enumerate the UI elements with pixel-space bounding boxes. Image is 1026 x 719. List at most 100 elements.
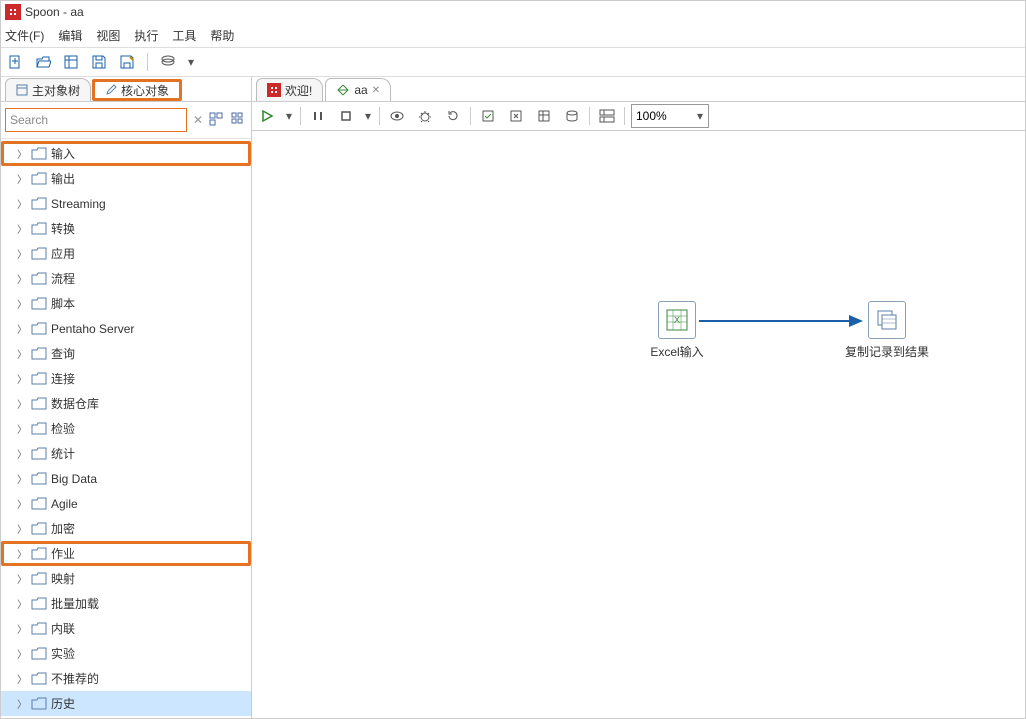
tab-core-objects[interactable]: 核心对象 (92, 79, 182, 101)
stop-icon[interactable] (335, 105, 357, 127)
folder-icon (31, 147, 47, 161)
trans-icon (336, 83, 350, 97)
tab-aa[interactable]: aa ✕ (325, 78, 391, 101)
tree-item-label: Pentaho Server (51, 322, 251, 336)
node-copy-rows-label: 复制记录到结果 (845, 343, 929, 360)
tree-item-label: 连接 (51, 370, 251, 387)
search-input[interactable] (5, 108, 187, 132)
tree-item-label: 输出 (51, 170, 251, 187)
tree-item[interactable]: 〉连接 (1, 366, 251, 391)
tree-item[interactable]: 〉不推荐的 (1, 666, 251, 691)
explore-db-icon[interactable] (561, 105, 583, 127)
tree-item[interactable]: 〉 批量加载 (1, 591, 251, 616)
search-clear-icon[interactable]: ✕ (193, 113, 203, 127)
tree-item[interactable]: 〉输出 (1, 166, 251, 191)
saveas-icon[interactable] (117, 52, 137, 72)
stop-dropdown-icon[interactable]: ▾ (363, 105, 373, 127)
tab-main-tree[interactable]: 主对象树 (5, 78, 91, 101)
run-dropdown-icon[interactable]: ▾ (284, 105, 294, 127)
tree-item[interactable]: 〉应用 (1, 241, 251, 266)
folder-icon (31, 547, 47, 561)
copy-rows-icon (868, 301, 906, 339)
node-copy-rows[interactable]: 复制记录到结果 (832, 301, 942, 360)
sidebar-tabs: 主对象树 核心对象 (1, 77, 251, 102)
explore-icon[interactable] (61, 52, 81, 72)
debug-icon[interactable] (414, 105, 436, 127)
tree-item[interactable]: 〉流程 (1, 266, 251, 291)
tree-item[interactable]: 〉Streaming (1, 191, 251, 216)
tree-item[interactable]: 〉实验 (1, 641, 251, 666)
folder-icon (31, 172, 47, 186)
folder-icon (31, 397, 47, 411)
tree-item[interactable]: 〉检验 (1, 416, 251, 441)
tree-item[interactable]: 〉 Agile (1, 491, 251, 516)
folder-icon (31, 597, 47, 611)
preview-icon[interactable] (386, 105, 408, 127)
tree[interactable]: 〉输入〉输出〉Streaming〉转换〉应用〉流程〉脚本〉Pentaho Ser… (1, 139, 251, 718)
run-icon[interactable] (256, 105, 278, 127)
folder-icon (31, 322, 47, 336)
tree-item[interactable]: 〉查询 (1, 341, 251, 366)
menu-file[interactable]: 文件(F) (5, 27, 44, 44)
chevron-right-icon: 〉 (17, 596, 27, 611)
sql-icon[interactable] (533, 105, 555, 127)
folder-icon (31, 697, 47, 711)
folder-icon (31, 672, 47, 686)
verify-icon[interactable] (477, 105, 499, 127)
canvas-area[interactable]: X Excel输入 复制记录到结果 (252, 131, 1025, 718)
tree-item[interactable]: 〉内联 (1, 616, 251, 641)
folder-icon (31, 572, 47, 586)
tree-item[interactable]: 〉映射 (1, 566, 251, 591)
tab-welcome[interactable]: 欢迎! (256, 78, 323, 101)
menu-view[interactable]: 视图 (96, 27, 120, 44)
tree-item[interactable]: 〉历史 (1, 691, 251, 716)
close-icon[interactable]: ✕ (372, 85, 380, 96)
pause-icon[interactable] (307, 105, 329, 127)
menu-help[interactable]: 帮助 (210, 27, 234, 44)
folder-icon (31, 522, 47, 536)
menu-edit[interactable]: 编辑 (58, 27, 82, 44)
chevron-right-icon: 〉 (17, 246, 27, 261)
chevron-right-icon: 〉 (17, 421, 27, 436)
tree-item[interactable]: 〉 Pentaho Server (1, 316, 251, 341)
tree-item[interactable]: 〉统计 (1, 441, 251, 466)
tree-item[interactable]: 〉作业 (1, 541, 251, 566)
main-toolbar: ▾ (1, 48, 1025, 77)
zoom-dropdown-icon[interactable]: ▾ (697, 109, 703, 123)
folder-icon (31, 622, 47, 636)
impact-icon[interactable] (505, 105, 527, 127)
chevron-right-icon: 〉 (17, 146, 27, 161)
canvas-toolbar: ▾ ▾ ▾ (252, 102, 1025, 131)
folder-icon (31, 372, 47, 386)
chevron-right-icon: 〉 (17, 321, 27, 336)
tree-item-label: Agile (51, 497, 251, 511)
show-results-icon[interactable] (596, 105, 618, 127)
open-icon[interactable] (33, 52, 53, 72)
folder-icon (31, 497, 47, 511)
pencil-icon (105, 84, 117, 96)
menu-run[interactable]: 执行 (134, 27, 158, 44)
chevron-right-icon: 〉 (17, 496, 27, 511)
tree-item-label: 批量加载 (51, 595, 251, 612)
tree-item[interactable]: 〉Big Data (1, 466, 251, 491)
node-excel-input[interactable]: X Excel输入 (632, 301, 722, 360)
tree-item[interactable]: 〉转换 (1, 216, 251, 241)
perspective-dropdown-icon[interactable]: ▾ (186, 52, 196, 72)
tree-item-label: 脚本 (51, 295, 251, 312)
save-icon[interactable] (89, 52, 109, 72)
chevron-right-icon: 〉 (17, 271, 27, 286)
tree-item[interactable]: 〉 脚本 (1, 291, 251, 316)
chevron-right-icon: 〉 (17, 396, 27, 411)
tree-item[interactable]: 〉输入 (1, 141, 251, 166)
new-icon[interactable] (5, 52, 25, 72)
perspective-icon[interactable] (158, 52, 178, 72)
tree-item[interactable]: 〉加密 (1, 516, 251, 541)
expand-all-icon[interactable] (209, 112, 225, 128)
tree-item[interactable]: 〉数据仓库 (1, 391, 251, 416)
editor: 欢迎! aa ✕ ▾ ▾ (252, 77, 1025, 718)
chevron-right-icon: 〉 (17, 296, 27, 311)
menu-tools[interactable]: 工具 (172, 27, 196, 44)
replay-icon[interactable] (442, 105, 464, 127)
app-icon (5, 4, 21, 20)
collapse-all-icon[interactable] (231, 112, 247, 128)
